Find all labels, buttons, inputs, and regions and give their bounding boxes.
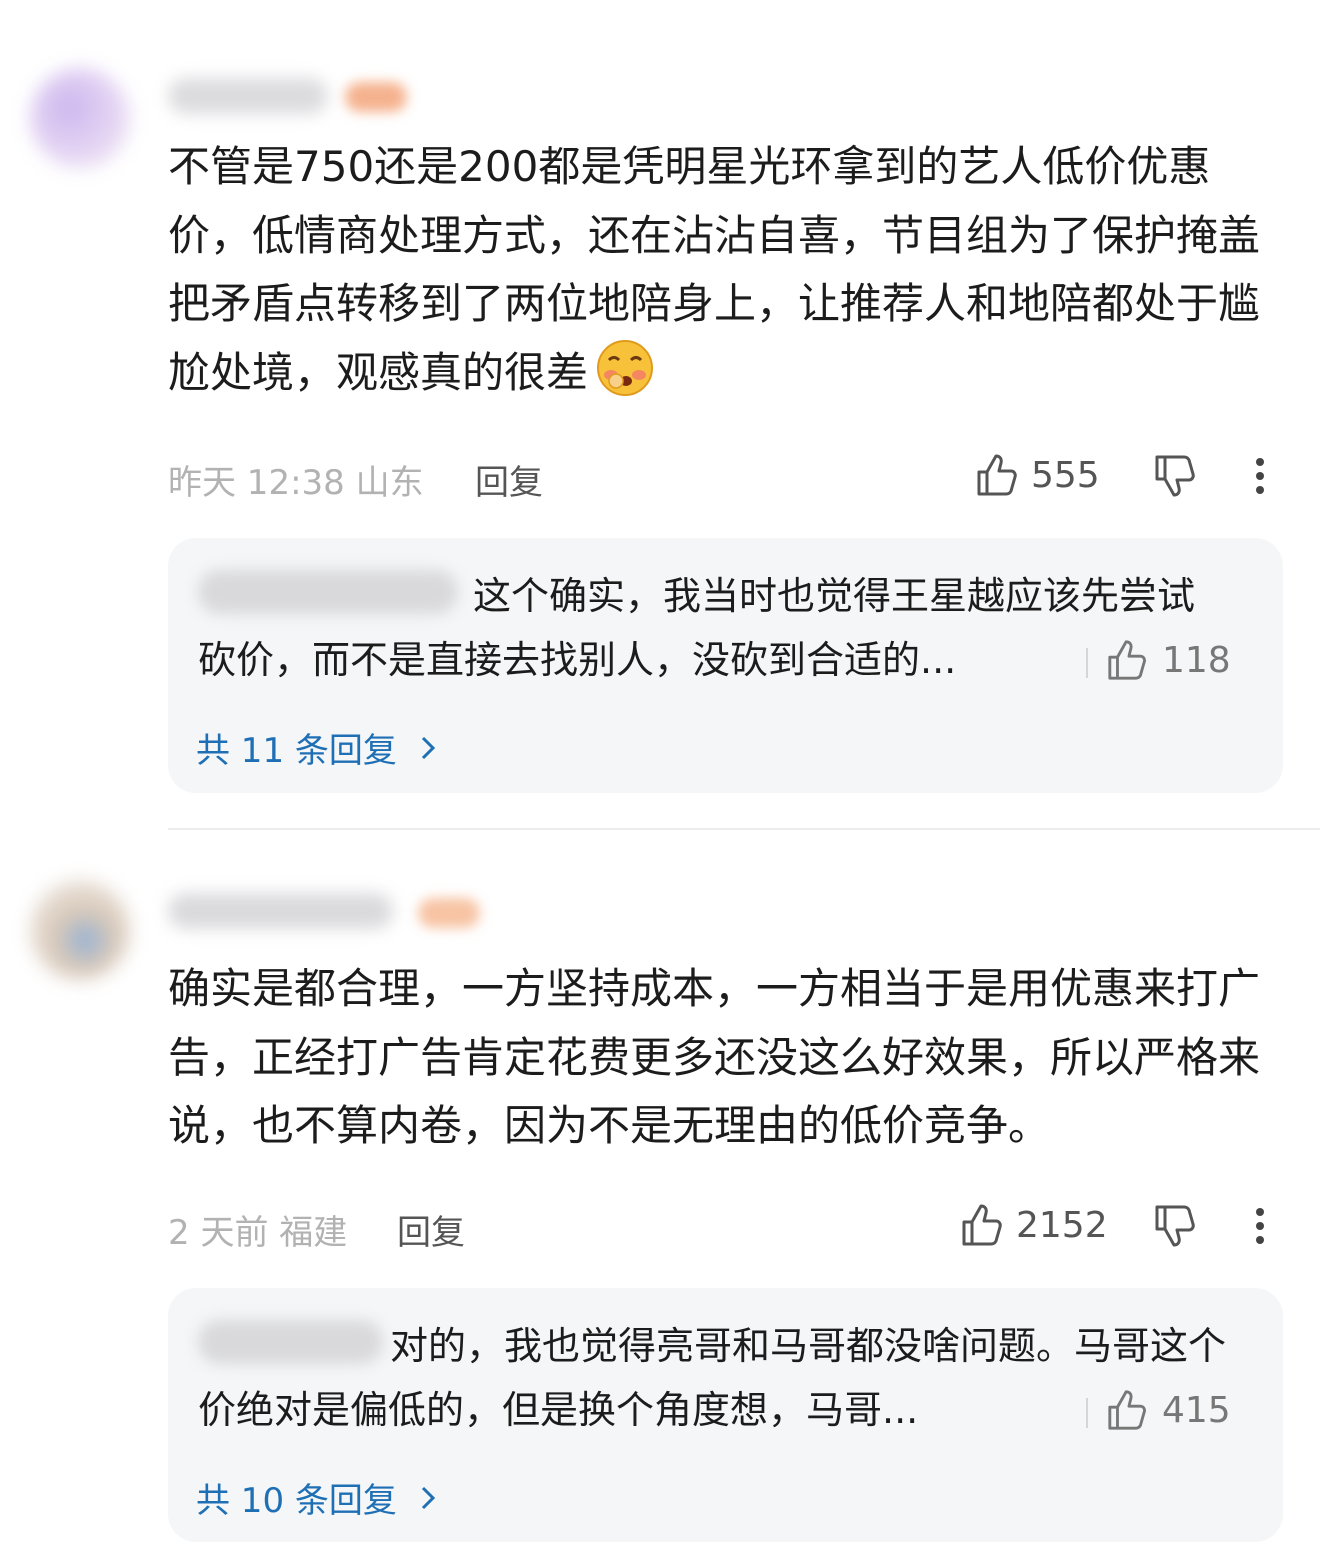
comment-text: 确实是都合理，一方坚持成本，一方相当于是用优惠来打广告，正经打广告肯定花费更多还… <box>168 964 1261 1150</box>
comment-meta: 昨天 12:38 山东 <box>168 463 424 503</box>
comment-divider <box>168 828 1320 830</box>
username-blurred[interactable] <box>168 893 393 929</box>
sub-reply-like-count: 415 <box>1162 1389 1231 1431</box>
thumbs-down-icon <box>1155 455 1195 497</box>
reply-button[interactable]: 回复 <box>397 1205 465 1254</box>
avatar[interactable] <box>30 68 130 168</box>
comment-meta: 2 天前 福建 <box>168 1213 348 1253</box>
view-more-replies-link[interactable]: 共 10 条回复 <box>196 1473 443 1522</box>
embarrassed-face-icon <box>596 339 654 397</box>
divider <box>1086 1398 1088 1428</box>
like-button[interactable]: 555 <box>975 452 1100 498</box>
username-blurred[interactable] <box>168 78 328 114</box>
sub-reply-like-button[interactable]: 415 <box>1106 1388 1231 1432</box>
comment-text: 不管是750还是200都是凭明星光环拿到的艺人低价优惠价，低情商处理方式，还在沾… <box>168 142 1261 397</box>
like-count: 2152 <box>1016 1204 1108 1246</box>
sub-reply-like-button[interactable]: 118 <box>1106 638 1231 682</box>
divider <box>1086 648 1088 678</box>
avatar[interactable] <box>30 880 130 980</box>
thumbs-up-icon <box>1108 640 1146 680</box>
sub-reply-box[interactable]: 这个确实，我当时也觉得王星越应该先尝试砍价，而不是直接去找别人，没砍到合适的..… <box>168 538 1283 793</box>
sub-reply-text: 这个确实，我当时也觉得王星越应该先尝试砍价，而不是直接去找别人，没砍到合适的..… <box>198 574 1196 682</box>
more-options-button[interactable] <box>1252 1206 1268 1250</box>
sub-reply-text: 对的，我也觉得亮哥和马哥都没啥问题。马哥这个价绝对是偏低的，但是换个角度想，马哥… <box>198 1324 1227 1432</box>
thumbs-down-icon <box>1155 1205 1195 1247</box>
more-options-button[interactable] <box>1252 456 1268 500</box>
more-vertical-icon <box>1256 458 1264 494</box>
thumbs-up-icon <box>962 1204 1002 1246</box>
view-more-replies-link[interactable]: 共 11 条回复 <box>196 723 443 772</box>
thumbs-up-icon <box>1108 1390 1146 1430</box>
dislike-button[interactable] <box>1153 453 1199 503</box>
chevron-right-icon <box>421 1486 436 1509</box>
reply-button[interactable]: 回复 <box>475 455 543 504</box>
sub-reply-box[interactable]: 对的，我也觉得亮哥和马哥都没啥问题。马哥这个价绝对是偏低的，但是换个角度想，马哥… <box>168 1288 1283 1542</box>
thumbs-up-icon <box>977 454 1017 496</box>
sub-reply-like-count: 118 <box>1162 639 1231 681</box>
more-vertical-icon <box>1256 1208 1264 1244</box>
like-count: 555 <box>1031 454 1100 496</box>
like-button[interactable]: 2152 <box>960 1202 1108 1248</box>
dislike-button[interactable] <box>1153 1203 1199 1253</box>
user-badge <box>345 82 407 112</box>
user-badge <box>418 898 480 928</box>
chevron-right-icon <box>421 736 436 759</box>
